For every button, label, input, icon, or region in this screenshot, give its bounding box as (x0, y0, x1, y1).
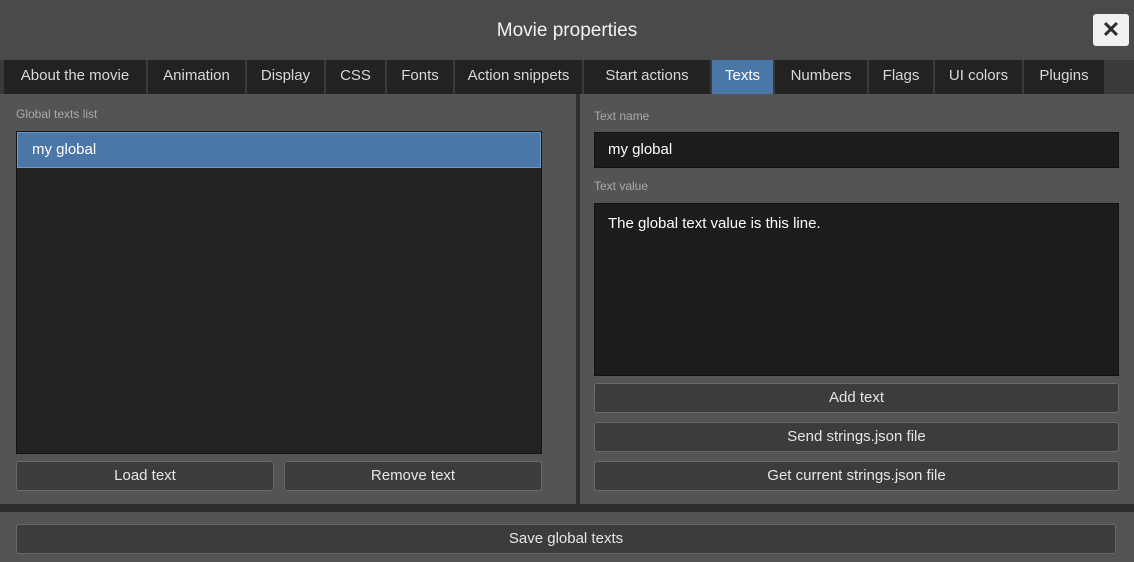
tab-display[interactable]: Display (247, 60, 326, 94)
get-strings-json-button[interactable]: Get current strings.json file (594, 461, 1119, 491)
add-text-button[interactable]: Add text (594, 383, 1119, 413)
list-item[interactable]: my global (17, 132, 541, 168)
tab-action-snippets[interactable]: Action snippets (455, 60, 584, 94)
tab-numbers[interactable]: Numbers (775, 60, 869, 94)
text-value-field[interactable]: The global text value is this line. (594, 203, 1119, 376)
tab-start-actions[interactable]: Start actions (584, 60, 712, 94)
global-texts-list[interactable]: my global (16, 131, 542, 454)
save-global-texts-button[interactable]: Save global texts (16, 524, 1116, 554)
tab-ui-colors[interactable]: UI colors (935, 60, 1024, 94)
tab-plugins[interactable]: Plugins (1024, 60, 1106, 94)
bottom-divider (0, 504, 1134, 512)
tab-animation[interactable]: Animation (148, 60, 247, 94)
text-name-label: Text name (594, 109, 650, 123)
tab-bar: About the movie Animation Display CSS Fo… (0, 60, 1134, 95)
remove-text-button[interactable]: Remove text (284, 461, 542, 491)
load-text-button[interactable]: Load text (16, 461, 274, 491)
tab-texts[interactable]: Texts (712, 60, 775, 94)
tab-css[interactable]: CSS (326, 60, 387, 94)
global-texts-list-label: Global texts list (16, 107, 98, 121)
send-strings-json-button[interactable]: Send strings.json file (594, 422, 1119, 452)
close-icon[interactable]: ✕ (1093, 14, 1129, 46)
text-name-field[interactable]: my global (594, 132, 1119, 168)
window-title: Movie properties (496, 20, 638, 41)
tab-fonts[interactable]: Fonts (387, 60, 455, 94)
tab-flags[interactable]: Flags (869, 60, 935, 94)
text-value-label: Text value (594, 179, 649, 193)
tab-about-the-movie[interactable]: About the movie (4, 60, 148, 94)
title-bar: Movie properties ✕ (0, 0, 1134, 60)
